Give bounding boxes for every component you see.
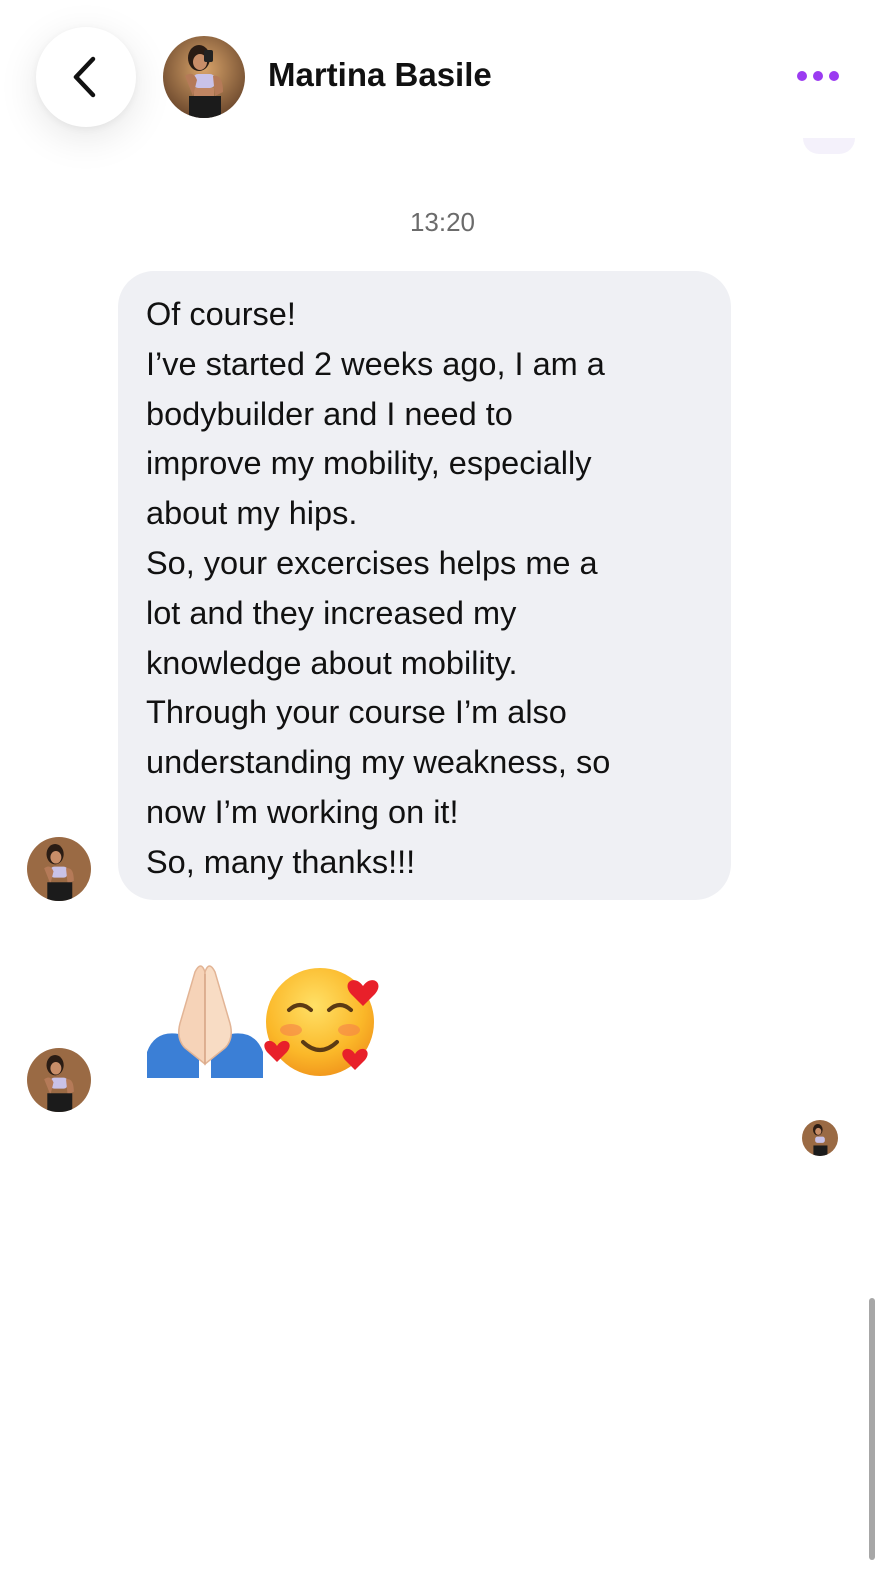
contact-name[interactable]: Martina Basile: [268, 56, 492, 94]
message-bubble[interactable]: Of course! I’ve started 2 weeks ago, I a…: [118, 271, 731, 900]
message-line: now I’m working on it!: [146, 793, 459, 830]
emoji-message[interactable]: [145, 960, 390, 1082]
message-line: knowledge about mobility.: [146, 644, 518, 681]
more-horizontal-icon: [796, 70, 840, 82]
message-line: Through your course I’m also: [146, 694, 567, 731]
chat-screen: Martina Basile 13:20 Of course! I’ve sta…: [0, 0, 885, 1572]
message-line: Of course!: [146, 296, 296, 332]
message-timestamp: 13:20: [409, 207, 476, 237]
more-options-button[interactable]: [790, 56, 846, 96]
contact-avatar[interactable]: [163, 36, 245, 118]
message-line: bodybuilder and I need to: [146, 395, 513, 432]
message-line: So, your excercises helps me a: [146, 544, 598, 581]
previous-message-edge: [803, 138, 855, 154]
folded-hands-emoji: [145, 960, 265, 1080]
message-line: understanding my weakness, so: [146, 744, 611, 781]
back-button[interactable]: [36, 27, 136, 127]
smiling-face-with-hearts-emoji: [263, 964, 385, 1082]
sender-avatar[interactable]: [27, 837, 91, 901]
scrollbar[interactable]: [869, 1298, 875, 1560]
message-line: about my hips.: [146, 495, 358, 532]
chevron-left-icon: [66, 53, 106, 101]
message-line: lot and they increased my: [146, 594, 517, 631]
chat-header: Martina Basile: [0, 0, 885, 154]
message-line: improve my mobility, especially: [146, 445, 592, 482]
sender-avatar[interactable]: [27, 1048, 91, 1112]
message-line: I’ve started 2 weeks ago, I am a: [146, 345, 605, 382]
message-line: So, many thanks!!!: [146, 843, 416, 880]
seen-avatar: [802, 1120, 838, 1156]
